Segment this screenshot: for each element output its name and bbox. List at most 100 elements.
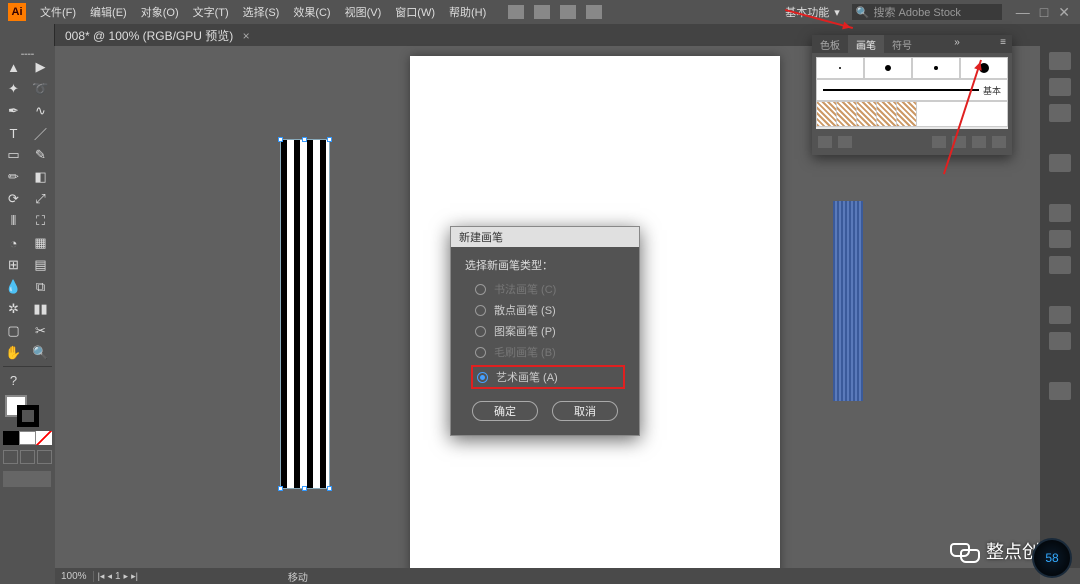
- tab-brushes[interactable]: 画笔: [848, 35, 884, 53]
- swatch-black[interactable]: [3, 431, 19, 445]
- swatch-none[interactable]: [36, 431, 52, 445]
- menu-select[interactable]: 选择(S): [243, 4, 280, 20]
- brush-basic[interactable]: 基本: [816, 79, 1008, 101]
- toolbox-grab[interactable]: ╌╌: [0, 48, 55, 56]
- search-input[interactable]: 🔍 搜索 Adobe Stock: [852, 4, 1002, 20]
- arrange-icon[interactable]: [560, 5, 576, 19]
- properties-panel-icon[interactable]: [1049, 52, 1071, 70]
- panel-expand-icon[interactable]: »: [948, 35, 966, 53]
- radio-scatter[interactable]: 散点画笔 (S): [475, 302, 625, 318]
- eraser-tool[interactable]: ◧: [27, 166, 54, 188]
- menu-window[interactable]: 窗口(W): [395, 4, 435, 20]
- help-icon[interactable]: ?: [0, 369, 27, 391]
- menu-effect[interactable]: 效果(C): [293, 4, 330, 20]
- first-page-icon[interactable]: |◂: [98, 571, 105, 582]
- handle-tm[interactable]: [302, 137, 307, 142]
- graph-tool[interactable]: ▮▮: [27, 298, 54, 320]
- brush-preset-3[interactable]: [912, 57, 960, 79]
- close-button[interactable]: ✕: [1058, 4, 1070, 21]
- radio-pattern[interactable]: 图案画笔 (P): [475, 323, 625, 339]
- handle-bl[interactable]: [278, 486, 283, 491]
- scale-tool[interactable]: ⤢: [27, 188, 54, 210]
- align-panel-icon[interactable]: [1049, 382, 1071, 400]
- type-tool[interactable]: T: [0, 122, 27, 144]
- selected-stripes-object[interactable]: [280, 139, 330, 489]
- line-tool[interactable]: ／: [27, 122, 54, 144]
- transparency-panel-icon[interactable]: [1049, 256, 1071, 274]
- page-number[interactable]: 1: [115, 571, 121, 582]
- artboard-tool[interactable]: ▢: [0, 320, 27, 342]
- mesh-tool[interactable]: ⊞: [0, 254, 27, 276]
- draw-inside[interactable]: [37, 450, 52, 464]
- color-panel-icon[interactable]: [1049, 154, 1071, 172]
- maximize-button[interactable]: □: [1040, 4, 1048, 21]
- menu-view[interactable]: 视图(V): [345, 4, 382, 20]
- radio-icon[interactable]: [477, 372, 488, 383]
- new-brush-icon[interactable]: [972, 136, 986, 148]
- radio-icon[interactable]: [475, 326, 486, 337]
- curvature-tool[interactable]: ∿: [27, 100, 54, 122]
- shaper-tool[interactable]: ✏: [0, 166, 27, 188]
- tab-swatches[interactable]: 色板: [812, 35, 848, 53]
- brush-preset-1[interactable]: [816, 57, 864, 79]
- draw-behind[interactable]: [20, 450, 35, 464]
- brush-thumb[interactable]: [857, 102, 877, 126]
- selection-tool[interactable]: ▲: [0, 56, 27, 78]
- gradient-panel-icon[interactable]: [1049, 230, 1071, 248]
- stroke-color[interactable]: [17, 405, 39, 427]
- brush-thumb[interactable]: [817, 102, 837, 126]
- panel-menu-icon[interactable]: ≡: [994, 35, 1012, 53]
- eyedropper-tool[interactable]: 💧: [0, 276, 27, 298]
- dialog-title[interactable]: 新建画笔: [451, 227, 639, 247]
- menu-type[interactable]: 文字(T): [193, 4, 229, 20]
- minimize-button[interactable]: —: [1016, 4, 1030, 21]
- stock-icon[interactable]: [534, 5, 550, 19]
- menu-object[interactable]: 对象(O): [141, 4, 179, 20]
- direct-selection-tool[interactable]: ▶: [27, 56, 54, 78]
- zoom-level[interactable]: 100%: [55, 571, 94, 582]
- rectangle-tool[interactable]: ▭: [0, 144, 27, 166]
- page-nav[interactable]: |◂ ◂ 1 ▸ ▸|: [94, 571, 142, 582]
- stroke-panel-icon[interactable]: [1049, 204, 1071, 222]
- appearance-panel-icon[interactable]: [1049, 306, 1071, 324]
- hand-tool[interactable]: ✋: [0, 342, 27, 364]
- last-page-icon[interactable]: ▸|: [131, 571, 138, 582]
- brush-preset-2[interactable]: [864, 57, 912, 79]
- tab-symbols[interactable]: 符号: [884, 35, 920, 53]
- graphic-styles-panel-icon[interactable]: [1049, 332, 1071, 350]
- screen-mode[interactable]: [3, 471, 51, 487]
- width-tool[interactable]: ⫴: [0, 210, 27, 232]
- gpu-icon[interactable]: [586, 5, 602, 19]
- symbol-sprayer-tool[interactable]: ✲: [0, 298, 27, 320]
- document-tab[interactable]: 008* @ 100% (RGB/GPU 预览) ×: [55, 27, 260, 44]
- menu-file[interactable]: 文件(F): [40, 4, 76, 20]
- draw-normal[interactable]: [3, 450, 18, 464]
- prev-page-icon[interactable]: ◂: [107, 571, 112, 582]
- blend-tool[interactable]: ⧉: [27, 276, 54, 298]
- shape-builder-tool[interactable]: ◔: [0, 232, 27, 254]
- paintbrush-tool[interactable]: ✎: [27, 144, 54, 166]
- pen-tool[interactable]: ✒: [0, 100, 27, 122]
- delete-brush-icon[interactable]: [992, 136, 1006, 148]
- perspective-tool[interactable]: ▦: [27, 232, 54, 254]
- brush-thumb[interactable]: [877, 102, 897, 126]
- layers-panel-icon[interactable]: [1049, 104, 1071, 122]
- lasso-tool[interactable]: ➰: [27, 78, 54, 100]
- brush-thumb[interactable]: [897, 102, 917, 126]
- brushes-panel[interactable]: 色板 画笔 符号 » ≡ 基本: [812, 35, 1012, 155]
- next-page-icon[interactable]: ▸: [124, 571, 129, 582]
- cancel-button[interactable]: 取消: [552, 401, 618, 421]
- magic-wand-tool[interactable]: ✦: [0, 78, 27, 100]
- free-transform-tool[interactable]: ⛶: [27, 210, 54, 232]
- radio-icon[interactable]: [475, 305, 486, 316]
- color-indicator[interactable]: [3, 395, 52, 425]
- brush-lib-icon[interactable]: [818, 136, 832, 148]
- zoom-tool[interactable]: 🔍: [27, 342, 54, 364]
- swatch-white[interactable]: [19, 431, 35, 445]
- slice-tool[interactable]: ✂: [27, 320, 54, 342]
- handle-tr[interactable]: [327, 137, 332, 142]
- tab-close-icon[interactable]: ×: [243, 29, 250, 43]
- brush-lib-menu-icon[interactable]: [838, 136, 852, 148]
- handle-tl[interactable]: [278, 137, 283, 142]
- radio-art[interactable]: 艺术画笔 (A): [471, 365, 625, 389]
